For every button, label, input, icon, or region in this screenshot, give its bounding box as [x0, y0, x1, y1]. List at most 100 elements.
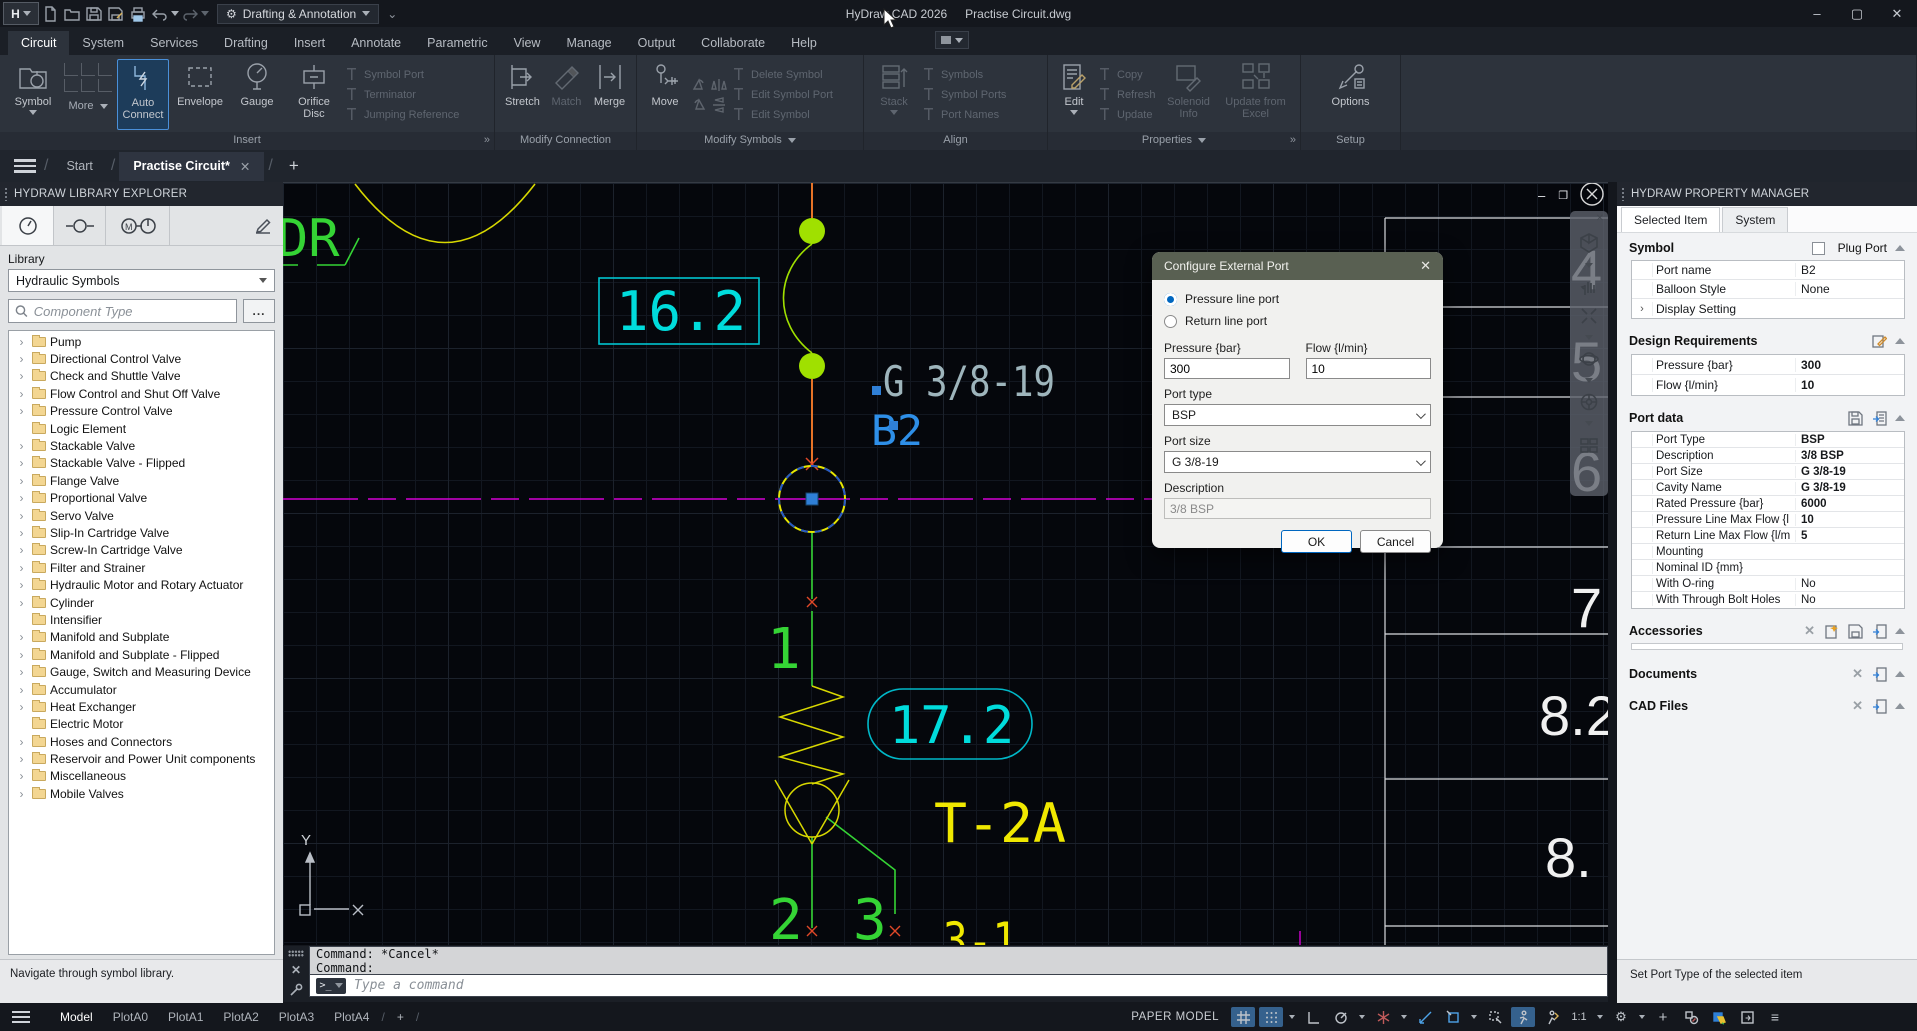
symbol-button[interactable]: Symbol	[7, 59, 59, 130]
polar-dropdown[interactable]	[1359, 1015, 1365, 1019]
balloon-16-2[interactable]: 16.2	[599, 278, 759, 344]
expand-chevron[interactable]: ›	[15, 596, 28, 610]
object-snap-dropdown[interactable]	[1471, 1015, 1477, 1019]
envelope-button[interactable]: Envelope	[174, 59, 226, 130]
expand-chevron[interactable]: ›	[15, 404, 28, 418]
tree-item[interactable]: › Stackable Valve	[9, 437, 274, 454]
show-motion-icon[interactable]	[1579, 435, 1599, 455]
ribbon-tab[interactable]: Manage	[553, 31, 624, 55]
property-row[interactable]: Pressure {bar} 300	[1632, 355, 1904, 375]
tree-item[interactable]: › Hoses and Connectors	[9, 733, 274, 750]
expand-chevron[interactable]: ›	[15, 578, 28, 592]
send-to-table-icon[interactable]	[1871, 666, 1887, 682]
expand-chevron[interactable]: ›	[15, 509, 28, 523]
redo-dropdown[interactable]	[201, 11, 209, 16]
library-panel-header[interactable]: HYDRAW LIBRARY EXPLORER	[0, 182, 283, 206]
snap-mode-toggle[interactable]	[1259, 1007, 1283, 1027]
ribbon-display-toggle[interactable]	[935, 31, 969, 49]
options-button[interactable]: Options	[1324, 59, 1378, 130]
expand-chevron[interactable]: ›	[15, 648, 28, 662]
save-icon[interactable]	[1847, 410, 1863, 426]
property-row[interactable]: Return Line Max Flow {l/m 5	[1632, 528, 1904, 544]
file-tabs-menu-button[interactable]	[0, 159, 40, 173]
library-tab-units[interactable]: M	[106, 206, 170, 245]
tab-start[interactable]: Start	[52, 152, 106, 180]
workspace-switcher[interactable]: ⚙ Drafting & Annotation	[217, 4, 379, 24]
isometric-drafting-toggle[interactable]	[1371, 1007, 1395, 1027]
property-value[interactable]: 3/8 BSP	[1795, 450, 1904, 462]
return-line-port-radio[interactable]: Return line port	[1164, 311, 1431, 331]
property-value[interactable]: 10	[1795, 378, 1904, 392]
delete-icon[interactable]: ✕	[1852, 698, 1863, 714]
minimize-button[interactable]: –	[1797, 0, 1837, 27]
expand-chevron[interactable]: ›	[15, 352, 28, 366]
rotate-mirror-buttons[interactable]	[691, 59, 727, 130]
port-name-label[interactable]: B2	[871, 406, 923, 455]
valve-symbol[interactable]	[775, 686, 849, 844]
property-value[interactable]: 10	[1795, 514, 1904, 526]
dialog-launcher-icon[interactable]: »	[484, 132, 490, 149]
property-row[interactable]: Balloon Style None	[1632, 280, 1904, 299]
send-to-table-icon[interactable]	[1871, 410, 1887, 426]
property-value[interactable]: No	[1795, 578, 1904, 590]
gauge-button[interactable]: Gauge	[231, 59, 283, 130]
line-number-1[interactable]: 1	[767, 617, 801, 682]
ribbon-tab[interactable]: Circuit	[8, 31, 69, 55]
move-button[interactable]: Move	[644, 59, 686, 130]
chevron-down-icon[interactable]	[1585, 335, 1593, 340]
component-search-box[interactable]	[8, 299, 237, 323]
grid-display-toggle[interactable]	[1231, 1007, 1255, 1027]
layout-menu-button[interactable]	[12, 1011, 30, 1023]
group-label-insert[interactable]: Insert»	[0, 132, 494, 150]
ribbon-row-button[interactable]: Symbols	[922, 66, 1006, 84]
drawing-restore-icon[interactable]: ❐	[1558, 189, 1568, 202]
ucs-icon[interactable]: Y	[300, 832, 363, 915]
search-options-button[interactable]: ...	[243, 299, 275, 323]
ribbon-row-button[interactable]: Symbol Ports	[922, 86, 1006, 104]
tree-item[interactable]: › Flange Valve	[9, 472, 274, 489]
layout-tab[interactable]: PlotA4	[324, 1010, 379, 1024]
clean-screen-button[interactable]	[1735, 1007, 1759, 1027]
scale-dropdown[interactable]	[1597, 1015, 1603, 1019]
ribbon-tab[interactable]: View	[501, 31, 554, 55]
chevron-down-icon[interactable]	[1585, 378, 1593, 383]
expand-chevron[interactable]: ›	[15, 561, 28, 575]
ribbon-row-button[interactable]: Jumping Reference	[345, 106, 459, 124]
steering-wheel-icon[interactable]	[1579, 392, 1599, 412]
property-row[interactable]: › Display Setting	[1632, 299, 1904, 318]
ribbon-tab[interactable]: Insert	[281, 31, 338, 55]
command-close-icon[interactable]: ✕	[291, 963, 301, 977]
command-prompt-icon[interactable]: >_	[316, 978, 346, 994]
layout-tab[interactable]: PlotA2	[213, 1010, 268, 1024]
label-3-1[interactable]: 3-1	[943, 912, 1017, 945]
pan-hand-icon[interactable]	[1579, 277, 1599, 297]
tree-item[interactable]: › Accumulator	[9, 681, 274, 698]
dialog-launcher-icon[interactable]: »	[1290, 132, 1296, 149]
viewcube-icon[interactable]	[1578, 232, 1600, 254]
ortho-mode-toggle[interactable]	[1301, 1007, 1325, 1027]
property-value[interactable]: G 3/8-19	[1795, 466, 1904, 478]
merge-button[interactable]: Merge	[590, 59, 629, 130]
property-value[interactable]: G 3/8-19	[1795, 482, 1904, 494]
expand-chevron[interactable]: ›	[15, 543, 28, 557]
arc-symbol[interactable]	[355, 184, 535, 243]
port-type-select[interactable]: BSP	[1164, 404, 1431, 426]
radio-selected-icon[interactable]	[1164, 293, 1177, 306]
expand-chevron[interactable]: ›	[15, 491, 28, 505]
customize-plus-button[interactable]: +	[1651, 1007, 1675, 1027]
property-value[interactable]: None	[1795, 282, 1904, 296]
annotation-scale-button[interactable]: 1:1	[1567, 1007, 1591, 1027]
tree-item[interactable]: › Pump	[9, 333, 274, 350]
property-value[interactable]: No	[1795, 594, 1904, 606]
group-label-modify-connection[interactable]: Modify Connection	[495, 132, 636, 150]
library-select[interactable]: Hydraulic Symbols	[8, 269, 275, 292]
model-space-toggle[interactable]: MODEL	[1176, 1011, 1219, 1023]
save-icon[interactable]	[1847, 623, 1863, 639]
add-new-icon[interactable]	[1823, 623, 1839, 639]
navigation-bar[interactable]: ✕	[1570, 211, 1608, 496]
quick-access-more[interactable]: ⌄	[387, 7, 397, 21]
grip-point[interactable]	[806, 493, 818, 505]
connection-node[interactable]	[799, 353, 825, 379]
app-logo-button[interactable]: H	[3, 2, 39, 25]
property-row[interactable]: Port Type BSP	[1632, 432, 1904, 448]
